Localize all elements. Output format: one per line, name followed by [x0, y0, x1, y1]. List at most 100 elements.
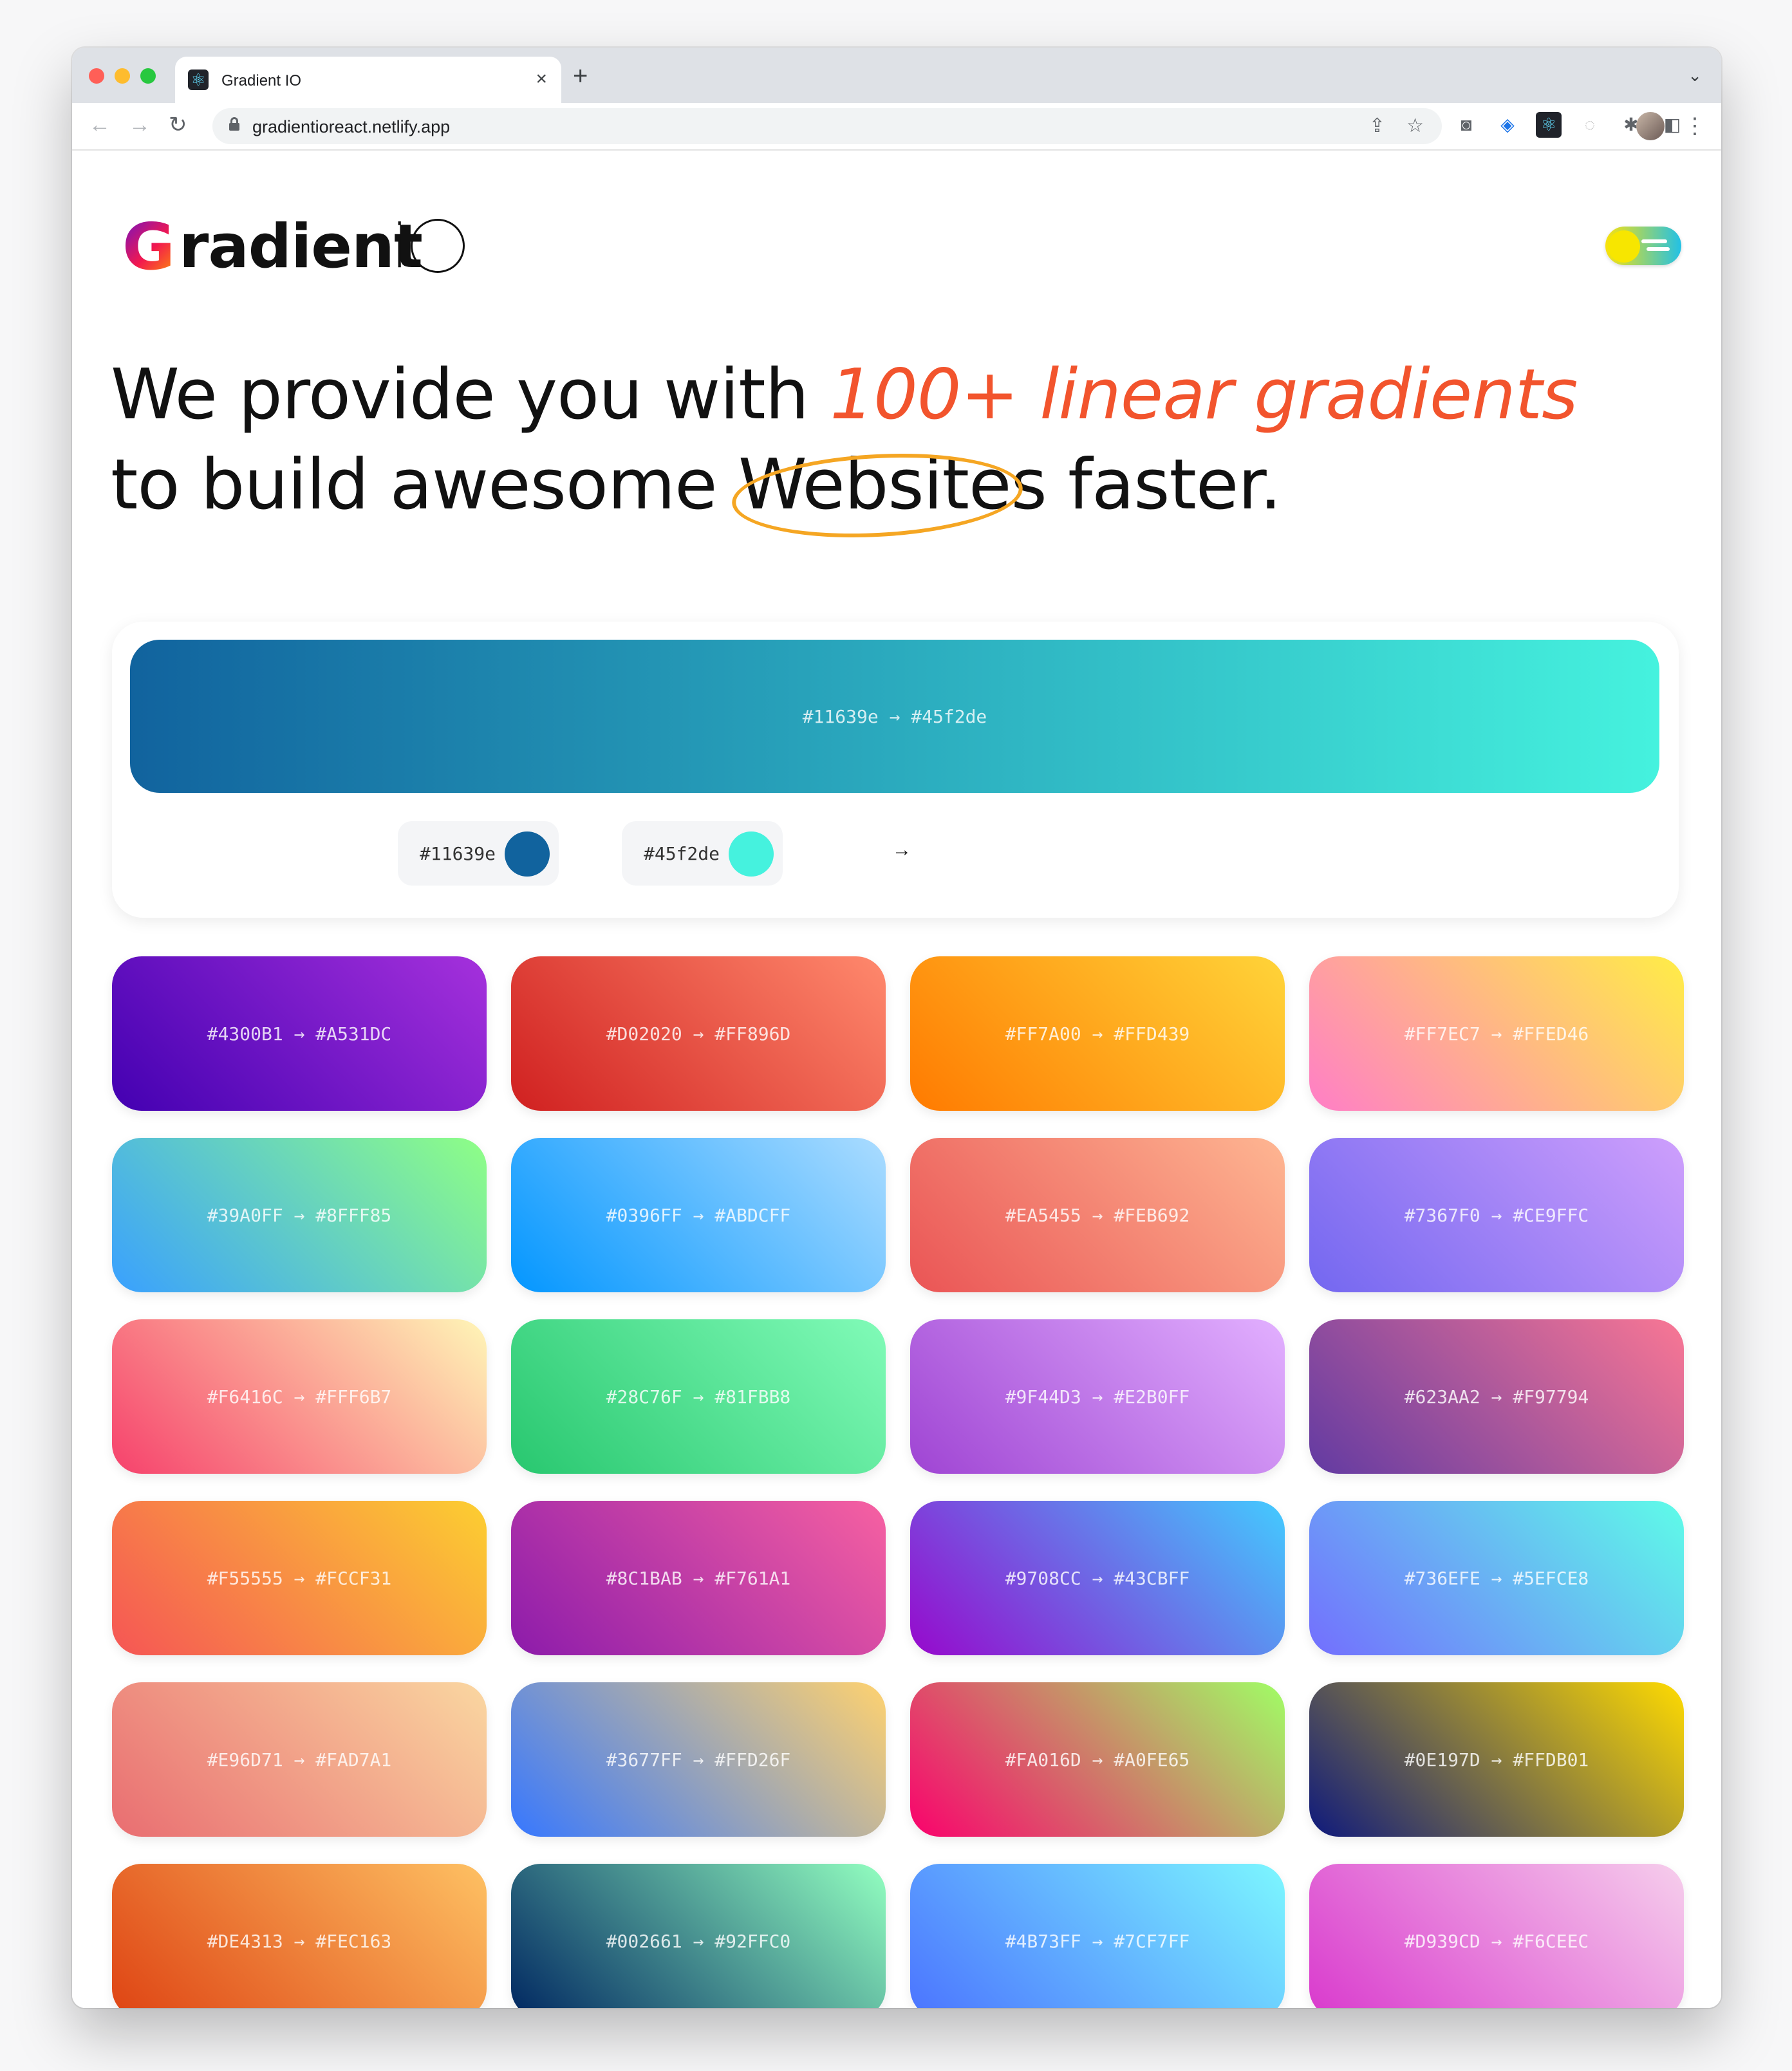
to-color-swatch[interactable] [729, 831, 774, 877]
gradient-card-label: #0396FF → #ABDCFF [606, 1204, 791, 1226]
tab-bar: ⚛ Gradient IO × + ⌄ [72, 48, 1721, 103]
gradient-card[interactable]: #3677FF → #FFD26F [511, 1682, 886, 1837]
gradient-card[interactable]: #002661 → #92FFC0 [511, 1864, 886, 2008]
from-color-hex: #11639e [420, 843, 496, 864]
gradient-card-label: #7367F0 → #CE9FFC [1404, 1204, 1589, 1226]
browser-toolbar: ← → ↻ gradientioreact.netlify.app ⇪ ☆ ◙ … [72, 103, 1721, 151]
tab-search-chevron-icon[interactable]: ⌄ [1688, 66, 1702, 86]
gradient-card[interactable]: #EA5455 → #FEB692 [910, 1138, 1285, 1292]
react-favicon-icon: ⚛ [188, 70, 209, 90]
logo-gradient-g: G [122, 209, 176, 284]
gradient-card[interactable]: #8C1BAB → #F761A1 [511, 1501, 886, 1655]
gradient-card-label: #39A0FF → #8FFF85 [207, 1204, 392, 1226]
gradient-card[interactable]: #FF7EC7 → #FFED46 [1309, 956, 1684, 1111]
gradient-grid: #4300B1 → #A531DC #D02020 → #FF896D #FF7A0… [112, 956, 1689, 2008]
profile-avatar[interactable] [1636, 112, 1665, 140]
gradient-card-label: #8C1BAB → #F761A1 [606, 1567, 791, 1589]
menu-icon[interactable]: ⋮ [1684, 113, 1706, 139]
gradient-card-label: #736EFE → #5EFCE8 [1404, 1567, 1589, 1589]
gradient-card[interactable]: #7367F0 → #CE9FFC [1309, 1138, 1684, 1292]
gradient-card[interactable]: #9708CC → #43CBFF [910, 1501, 1285, 1655]
forward-icon[interactable]: → [129, 112, 151, 138]
gradient-card[interactable]: #D939CD → #F6CEEC [1309, 1864, 1684, 2008]
camera-icon[interactable]: ◙ [1453, 112, 1479, 138]
star-icon[interactable]: ☆ [1406, 115, 1424, 137]
gradient-card-label: #DE4313 → #FEC163 [207, 1930, 392, 1952]
gradient-card[interactable]: #F6416C → #FFF6B7 [112, 1319, 487, 1474]
from-color-chip[interactable]: #11639e [398, 821, 559, 886]
headline-accent: 100+ linear gradients [830, 355, 1578, 435]
gradient-card-label: #28C76F → #81FBB8 [606, 1386, 791, 1407]
gradient-card-label: #002661 → #92FFC0 [606, 1930, 791, 1952]
gradient-card-label: #F6416C → #FFF6B7 [207, 1386, 392, 1407]
address-bar[interactable]: gradientioreact.netlify.app ⇪ ☆ [212, 108, 1442, 144]
react-devtools-icon[interactable]: ⚛ [1536, 112, 1562, 138]
to-color-chip[interactable]: #45f2de [622, 821, 783, 886]
gradient-card[interactable]: #0396FF → #ABDCFF [511, 1138, 886, 1292]
gradient-card[interactable]: #9F44D3 → #E2B0FF [910, 1319, 1285, 1474]
lock-icon[interactable] [229, 117, 239, 131]
to-color-hex: #45f2de [644, 843, 720, 864]
gradient-card[interactable]: #E96D71 → #FAD7A1 [112, 1682, 487, 1837]
headline-text-2: to build awesome [111, 445, 738, 525]
gradient-card-label: #FA016D → #A0FE65 [1005, 1749, 1190, 1770]
gradient-card[interactable]: #28C76F → #81FBB8 [511, 1319, 886, 1474]
gradient-card-label: #9708CC → #43CBFF [1005, 1567, 1190, 1589]
gradient-card-label: #D02020 → #FF896D [606, 1023, 791, 1045]
minimize-window-button[interactable] [115, 68, 130, 84]
gradient-card-label: #3677FF → #FFD26F [606, 1749, 791, 1770]
featured-gradient-label: #11639e → #45f2de [802, 705, 987, 727]
hero-headline: We provide you with 100+ linear gradient… [111, 350, 1656, 544]
zoom-window-button[interactable] [140, 68, 156, 84]
back-icon[interactable]: ← [89, 112, 111, 138]
gradient-card-label: #4300B1 → #A531DC [207, 1023, 392, 1045]
headline-text-3: faster. [1046, 445, 1282, 525]
logo-i: i [391, 212, 409, 282]
featured-gradient-card: #11639e → #45f2de #11639e → #45f2de [112, 622, 1679, 918]
arrow-icon: → [892, 839, 911, 860]
page-content: G radient i We provide you with 100+ lin… [72, 151, 1721, 2008]
gradient-card[interactable]: #FA016D → #A0FE65 [910, 1682, 1285, 1837]
from-color-swatch[interactable] [505, 831, 550, 877]
share-icon[interactable]: ⇪ [1369, 115, 1385, 137]
close-tab-icon[interactable]: × [536, 68, 547, 90]
gradient-card[interactable]: #F55555 → #FCCF31 [112, 1501, 487, 1655]
gradient-card-label: #EA5455 → #FEB692 [1005, 1204, 1190, 1226]
toggle-speed-line [1641, 239, 1667, 243]
new-tab-button[interactable]: + [573, 63, 588, 89]
gradient-card-label: #0E197D → #FFDB01 [1404, 1749, 1589, 1770]
gradient-card[interactable]: #736EFE → #5EFCE8 [1309, 1501, 1684, 1655]
gradient-card[interactable]: #4300B1 → #A531DC [112, 956, 487, 1111]
headline-text-1: We provide you with [111, 355, 830, 435]
gradient-card-label: #E96D71 → #FAD7A1 [207, 1749, 392, 1770]
sun-icon [1608, 230, 1640, 263]
gradient-card-label: #623AA2 → #F97794 [1404, 1386, 1589, 1407]
gradient-card-label: #FF7A00 → #FFD439 [1005, 1023, 1190, 1045]
gradient-card[interactable]: #39A0FF → #8FFF85 [112, 1138, 487, 1292]
gradient-card-label: #FF7EC7 → #FFED46 [1404, 1023, 1589, 1045]
browser-tab[interactable]: ⚛ Gradient IO × [175, 57, 561, 103]
reload-icon[interactable]: ↻ [169, 112, 187, 138]
featured-gradient-preview[interactable]: #11639e → #45f2de [130, 640, 1659, 793]
browser-window: ⚛ Gradient IO × + ⌄ ← → ↻ gradientioreac… [72, 48, 1721, 2008]
gradient-card[interactable]: #4B73FF → #7CF7FF [910, 1864, 1285, 2008]
headline-circled-word: Websites [729, 440, 1047, 544]
gradient-card[interactable]: #D02020 → #FF896D [511, 956, 886, 1111]
url-text[interactable]: gradientioreact.netlify.app [252, 117, 450, 137]
gradient-card-label: #4B73FF → #7CF7FF [1005, 1930, 1190, 1952]
tab-title: Gradient IO [221, 72, 302, 89]
timer-extension-icon[interactable]: ◌ [1577, 112, 1603, 138]
close-window-button[interactable] [89, 68, 104, 84]
gradient-card[interactable]: #FF7A00 → #FFD439 [910, 956, 1285, 1111]
toggle-speed-line [1647, 247, 1670, 251]
logo-wordmark: radient [179, 212, 423, 282]
logo-circle-o [411, 219, 465, 273]
gradient-card-label: #F55555 → #FCCF31 [207, 1567, 392, 1589]
gradient-card[interactable]: #623AA2 → #F97794 [1309, 1319, 1684, 1474]
gradient-card-label: #D939CD → #F6CEEC [1404, 1930, 1589, 1952]
translate-extension-icon[interactable]: ◈ [1495, 112, 1520, 138]
theme-toggle[interactable] [1605, 227, 1681, 265]
gradient-card[interactable]: #0E197D → #FFDB01 [1309, 1682, 1684, 1837]
gradient-card-label: #9F44D3 → #E2B0FF [1005, 1386, 1190, 1407]
gradient-card[interactable]: #DE4313 → #FEC163 [112, 1864, 487, 2008]
